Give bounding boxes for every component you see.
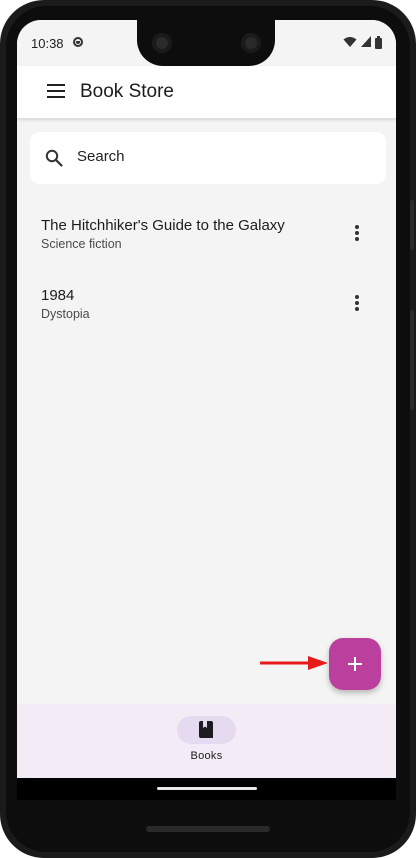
top-app-bar: Book Store [17, 66, 396, 118]
book-genre: Science fiction [41, 237, 122, 251]
more-options-icon[interactable] [354, 225, 360, 241]
screen: 10:38 Book Store Search The Hitchhiker's… [17, 20, 396, 778]
camera-notch [137, 20, 275, 66]
status-time: 10:38 [31, 36, 64, 51]
speaker-grille [146, 826, 270, 832]
nav-item-label: Books [190, 750, 223, 762]
book-list-item[interactable]: 1984 Dystopia [17, 279, 396, 339]
book-title: The Hitchhiker's Guide to the Galaxy [41, 217, 285, 234]
notification-icon [73, 37, 83, 47]
battery-icon [375, 35, 382, 49]
front-camera [152, 33, 172, 53]
annotation-arrow [260, 656, 328, 670]
wifi-icon [343, 37, 357, 47]
signal-icon [361, 36, 371, 47]
status-icons [343, 34, 382, 50]
book-genre: Dystopia [41, 307, 90, 321]
book-icon [199, 721, 213, 738]
search-input[interactable]: Search [77, 148, 125, 165]
phone-frame: 10:38 Book Store Search The Hitchhiker's… [0, 0, 416, 858]
book-title: 1984 [41, 287, 75, 304]
front-camera [241, 33, 261, 53]
book-list-item[interactable]: The Hitchhiker's Guide to the Galaxy Sci… [17, 209, 396, 269]
status-bar: 10:38 [17, 20, 396, 66]
add-book-button[interactable] [329, 638, 381, 690]
power-button [410, 200, 414, 250]
home-gesture-bar[interactable] [157, 787, 257, 790]
nav-item-books[interactable] [177, 716, 236, 744]
more-options-icon[interactable] [354, 295, 360, 311]
gesture-area [17, 778, 396, 800]
plus-icon [348, 657, 362, 671]
search-bar[interactable]: Search [30, 132, 386, 184]
page-title: Book Store [80, 81, 174, 102]
bottom-navigation: Books [17, 704, 396, 778]
menu-icon[interactable] [47, 84, 65, 98]
volume-button [410, 310, 414, 410]
search-icon [45, 149, 63, 167]
